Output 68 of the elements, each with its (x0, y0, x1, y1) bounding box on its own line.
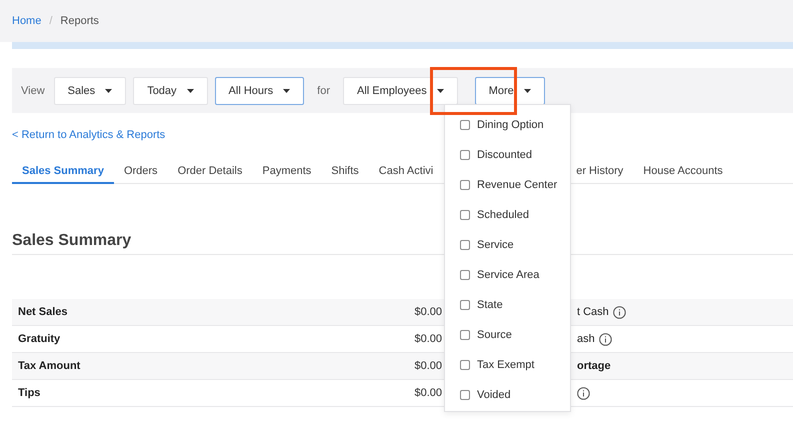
row-label: ortage (577, 360, 611, 372)
menu-item[interactable]: Service Area (445, 266, 570, 284)
menu-item[interactable]: Service (445, 236, 570, 254)
row-label: Tips (17, 387, 42, 399)
breadcrumb-current[interactable]: Reports (60, 15, 99, 27)
menu-item[interactable]: State (445, 296, 570, 314)
menu-item-label: Scheduled (477, 209, 529, 221)
back-link[interactable]: < Return to Analytics & Reports (12, 129, 166, 141)
view-label: View (21, 84, 45, 96)
menu-item[interactable]: Discounted (445, 146, 570, 164)
row-label: Net Sales (17, 306, 69, 318)
filter-dropdown[interactable]: Sales (54, 76, 126, 104)
checkbox[interactable] (460, 300, 470, 310)
checkbox[interactable] (460, 240, 470, 250)
filter-dropdown[interactable]: Today (133, 76, 208, 104)
filter-dropdown[interactable]: All Hours (214, 76, 304, 104)
caret-icon (283, 88, 290, 92)
info-icon[interactable] (612, 306, 626, 318)
menu-item-label: Service (477, 239, 514, 251)
menu-item[interactable]: Revenue Center (445, 176, 570, 194)
row-label: Tax Amount (17, 360, 82, 372)
checkbox[interactable] (460, 180, 470, 190)
filter-dropdown[interactable]: All Employees (343, 76, 458, 104)
menu-item-label: Tax Exempt (477, 359, 534, 371)
menu-item[interactable]: Tax Exempt (445, 356, 570, 374)
menu-item-label: Source (477, 329, 512, 341)
menu-item[interactable]: Dining Option (445, 116, 570, 134)
row-label: ash (577, 333, 595, 345)
checkbox[interactable] (460, 360, 470, 370)
checkbox[interactable] (460, 120, 470, 130)
row-value: $0.00 (413, 360, 443, 372)
caret-icon (436, 88, 444, 92)
report-tab[interactable]: House Accounts (633, 159, 733, 184)
caret-icon (524, 88, 531, 92)
report-tab[interactable]: Cash Activi (368, 159, 444, 184)
row-value: $0.00 (413, 333, 443, 345)
menu-item-label: Discounted (477, 149, 532, 161)
filter-dropdown[interactable]: More (474, 76, 545, 104)
caret-icon (105, 88, 112, 92)
row-label: t Cash (577, 306, 609, 318)
menu-item-label: Dining Option (477, 119, 544, 131)
menu-item[interactable]: Scheduled (445, 206, 570, 224)
checkbox[interactable] (460, 150, 470, 160)
menu-item-label: Service Area (477, 269, 540, 281)
report-tab[interactable]: Sales Summary (12, 159, 114, 184)
breadcrumb-link[interactable]: Home (12, 15, 42, 27)
menu-item[interactable]: Source (445, 326, 570, 344)
caret-icon (186, 88, 194, 92)
report-tab[interactable]: er History (571, 159, 634, 184)
row-value: $0.00 (413, 387, 443, 399)
menu-item[interactable]: Voided (445, 386, 570, 404)
report-tab[interactable]: Payments (252, 159, 322, 184)
info-icon[interactable] (577, 386, 590, 400)
for-label: for (317, 84, 330, 96)
checkbox[interactable] (460, 330, 470, 340)
report-tab[interactable]: Order Details (168, 159, 252, 184)
checkbox[interactable] (460, 390, 470, 400)
report-tab[interactable]: Orders (114, 159, 168, 184)
checkbox[interactable] (460, 210, 470, 220)
breadcrumb-separator: / (49, 15, 52, 27)
report-tab[interactable]: Shifts (321, 159, 369, 184)
row-label: Gratuity (17, 333, 62, 345)
info-icon[interactable] (598, 332, 612, 346)
menu-item-label: Revenue Center (477, 179, 558, 191)
row-value: $0.00 (413, 306, 443, 318)
menu-item-label: State (477, 299, 503, 311)
menu-item-label: Voided (477, 389, 511, 401)
checkbox[interactable] (460, 270, 470, 280)
